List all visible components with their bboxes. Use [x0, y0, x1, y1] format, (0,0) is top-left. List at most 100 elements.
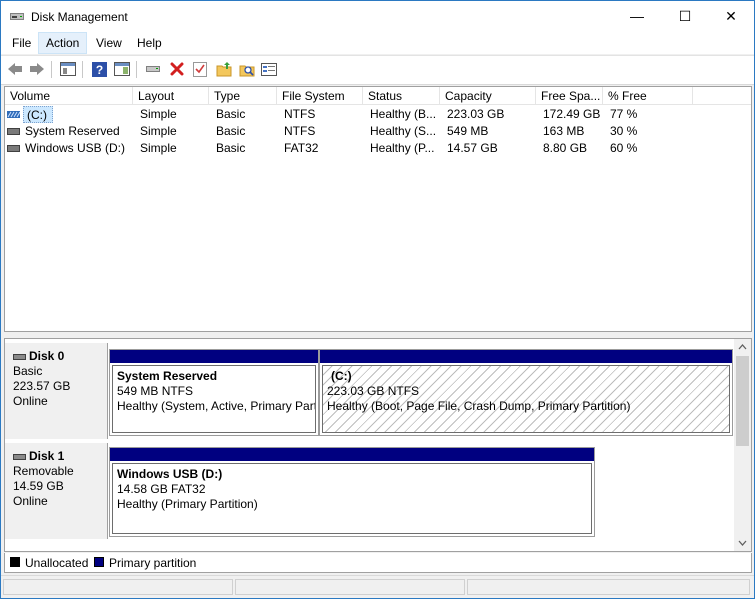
- primary-partition-bar: [320, 350, 732, 363]
- legend-label-primary: Primary partition: [109, 556, 197, 570]
- minimize-button[interactable]: —: [614, 1, 660, 32]
- row-layout: Simple: [140, 141, 177, 155]
- disk-state: Online: [13, 494, 48, 508]
- column-header-type[interactable]: Type: [209, 87, 277, 105]
- partition-name: Windows USB (D:): [117, 467, 223, 481]
- properties-pane-icon[interactable]: [59, 60, 77, 78]
- window-title: Disk Management: [31, 10, 128, 24]
- column-header-file-system[interactable]: File System: [277, 87, 363, 105]
- row-capacity: 549 MB: [447, 124, 489, 138]
- svg-text:?: ?: [95, 63, 102, 77]
- legend: Unallocated Primary partition: [4, 553, 752, 573]
- open-folder-icon[interactable]: [215, 60, 233, 78]
- disk-management-window: Disk Management — ☐ ✕ File Action View H…: [0, 0, 755, 599]
- menu-action[interactable]: Action: [38, 32, 88, 54]
- disk-kind: Removable: [13, 464, 74, 478]
- row-volume: System Reserved: [25, 124, 120, 138]
- toolbar: ?: [1, 55, 754, 85]
- disk-icon: [13, 353, 26, 360]
- column-header-free-space[interactable]: Free Spa...: [536, 87, 603, 105]
- scrollbar-thumb[interactable]: [736, 356, 749, 446]
- disk-kind: Basic: [13, 364, 43, 378]
- legend-label-unallocated: Unallocated: [25, 556, 89, 570]
- settings-list-icon[interactable]: [260, 60, 278, 78]
- checklist-icon[interactable]: [191, 60, 209, 78]
- row-capacity: 223.03 GB: [447, 107, 505, 121]
- row-free-space: 8.80 GB: [543, 141, 588, 155]
- disk-0-label[interactable]: Disk 0 Basic 223.57 GB Online: [5, 343, 108, 439]
- row-layout: Simple: [140, 107, 177, 121]
- partition-status: Healthy (Boot, Page File, Crash Dump, Pr…: [327, 399, 631, 413]
- partition-c-drive[interactable]: (C:) 223.03 GB NTFS Healthy (Boot, Page …: [319, 349, 733, 436]
- toolbar-separator: [51, 61, 52, 78]
- row-percent-free: 77 %: [610, 107, 638, 121]
- column-header-layout[interactable]: Layout: [133, 87, 209, 105]
- toolbar-separator: [82, 61, 83, 78]
- scroll-up-icon[interactable]: [738, 344, 747, 350]
- disk-name: Disk 1: [29, 449, 65, 463]
- disk-1-label[interactable]: Disk 1 Removable 14.59 GB Online: [5, 443, 108, 539]
- menu-view[interactable]: View: [89, 32, 129, 54]
- primary-partition-bar: [110, 448, 594, 461]
- partition-size: 549 MB NTFS: [117, 384, 194, 398]
- title-bar: Disk Management — ☐ ✕: [1, 1, 754, 32]
- disk-name: Disk 0: [29, 349, 65, 363]
- legend-swatch-primary: [94, 557, 104, 567]
- close-button[interactable]: ✕: [708, 1, 754, 32]
- partition-status: Healthy (Primary Partition): [117, 497, 258, 511]
- row-volume: (C:): [23, 106, 53, 123]
- partition-size: 14.58 GB FAT32: [117, 482, 206, 496]
- disk-size: 223.57 GB: [13, 379, 71, 393]
- forward-arrow-icon[interactable]: [28, 60, 46, 78]
- table-row[interactable]: (C:) Simple Basic NTFS Healthy (B... 223…: [5, 106, 751, 123]
- column-header-percent-free[interactable]: % Free: [603, 87, 693, 105]
- volume-icon: [7, 145, 20, 152]
- row-free-space: 172.49 GB: [543, 107, 601, 121]
- volume-striped-icon: [7, 111, 20, 118]
- partition-details: Windows USB (D:) 14.58 GB FAT32 Healthy …: [112, 463, 592, 534]
- row-percent-free: 30 %: [610, 124, 638, 138]
- menu-file[interactable]: File: [5, 32, 38, 54]
- status-segment: [235, 579, 465, 595]
- column-header-status[interactable]: Status: [363, 87, 440, 105]
- row-capacity: 14.57 GB: [447, 141, 498, 155]
- volume-icon: [7, 128, 20, 135]
- partition-status: Healthy (System, Active, Primary Part: [117, 399, 316, 413]
- partition-system-reserved[interactable]: System Reserved 549 MB NTFS Healthy (Sys…: [109, 349, 319, 436]
- row-type: Basic: [216, 124, 246, 138]
- menu-help[interactable]: Help: [130, 32, 169, 54]
- row-volume: Windows USB (D:): [25, 141, 126, 155]
- row-status: Healthy (P...: [370, 141, 435, 155]
- menu-bar: File Action View Help: [1, 32, 754, 54]
- disk-icon: [13, 453, 26, 460]
- toolbar-separator: [136, 61, 137, 78]
- column-header-empty: [693, 87, 751, 105]
- row-status: Healthy (S...: [370, 124, 437, 138]
- status-segment: [467, 579, 750, 595]
- row-file-system: NTFS: [284, 107, 316, 121]
- legend-swatch-unallocated: [10, 557, 20, 567]
- search-folder-icon[interactable]: [238, 60, 256, 78]
- table-row[interactable]: Windows USB (D:) Simple Basic FAT32 Heal…: [5, 140, 751, 157]
- row-percent-free: 60 %: [610, 141, 638, 155]
- help-icon[interactable]: ?: [90, 60, 108, 78]
- connect-disk-icon[interactable]: [144, 60, 162, 78]
- column-header-volume[interactable]: Volume: [5, 87, 133, 105]
- show-hide-pane-icon[interactable]: [113, 60, 131, 78]
- partition-details: (C:) 223.03 GB NTFS Healthy (Boot, Page …: [322, 365, 730, 433]
- status-segment: [3, 579, 233, 595]
- scroll-down-icon[interactable]: [738, 540, 747, 546]
- disk-management-icon: [10, 13, 24, 20]
- row-layout: Simple: [140, 124, 177, 138]
- disk-graphical-view: Disk 0 Basic 223.57 GB Online System Res…: [4, 338, 752, 552]
- back-arrow-icon[interactable]: [6, 60, 24, 78]
- vertical-scrollbar[interactable]: [734, 339, 751, 551]
- row-type: Basic: [216, 107, 246, 121]
- delete-icon[interactable]: [168, 60, 186, 78]
- column-header-capacity[interactable]: Capacity: [440, 87, 536, 105]
- partition-windows-usb[interactable]: Windows USB (D:) 14.58 GB FAT32 Healthy …: [109, 447, 595, 537]
- maximize-button[interactable]: ☐: [662, 1, 708, 32]
- table-row[interactable]: System Reserved Simple Basic NTFS Health…: [5, 123, 751, 140]
- disk-state: Online: [13, 394, 48, 408]
- row-free-space: 163 MB: [543, 124, 585, 138]
